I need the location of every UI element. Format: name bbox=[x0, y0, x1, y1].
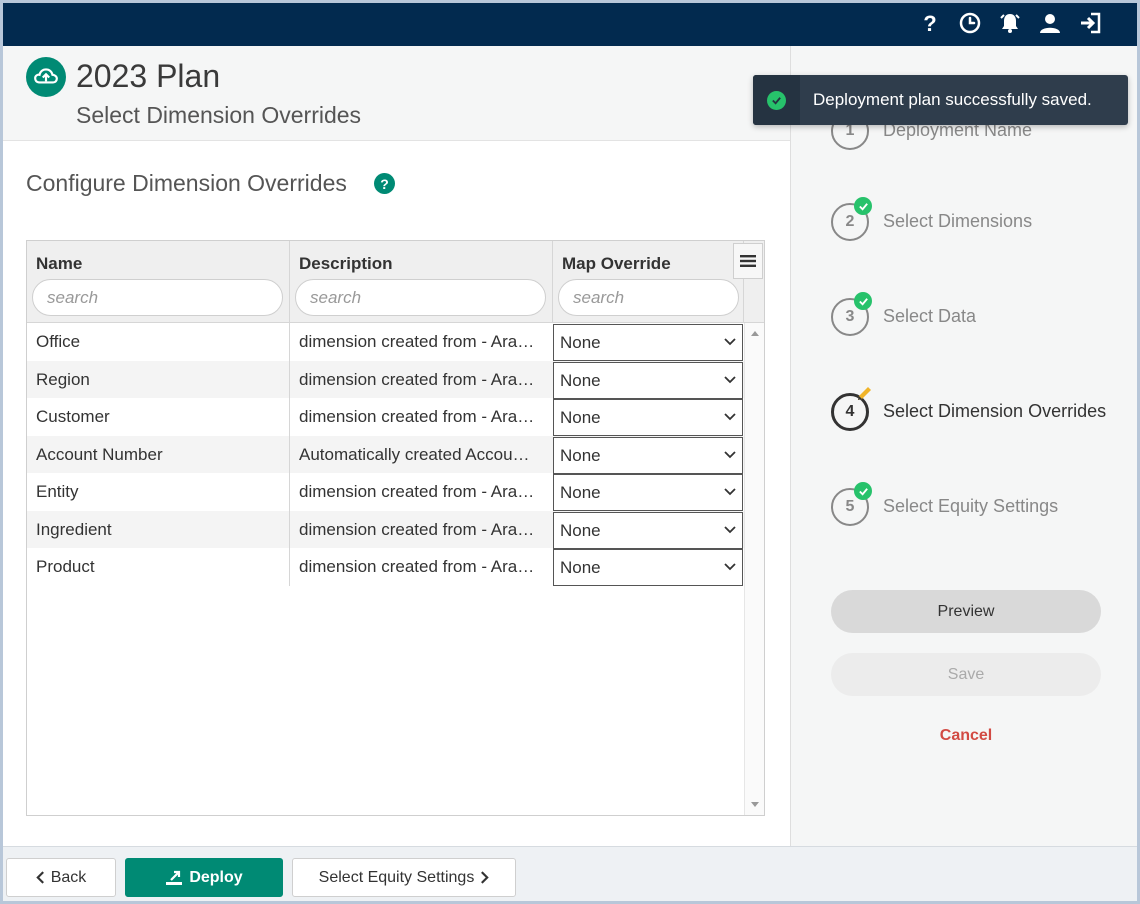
section-title: Configure Dimension Overrides bbox=[26, 170, 347, 196]
next-label: Select Equity Settings bbox=[318, 868, 475, 886]
check-icon bbox=[854, 197, 872, 215]
map-override-select[interactable]: None bbox=[553, 361, 743, 399]
table-row[interactable]: Ingredient dimension created from - Ara…… bbox=[27, 510, 744, 549]
check-circle-icon bbox=[767, 90, 786, 110]
cell-description: dimension created from - Ara… bbox=[299, 407, 535, 426]
table-row[interactable]: Region dimension created from - Ara… Non… bbox=[27, 360, 744, 399]
check-icon bbox=[854, 482, 872, 500]
toast-icon-box bbox=[753, 75, 800, 125]
pencil-icon bbox=[858, 387, 871, 400]
next-step-button[interactable]: Select Equity Settings bbox=[292, 858, 516, 897]
hamburger-icon bbox=[740, 255, 756, 267]
logout-icon[interactable] bbox=[1077, 10, 1103, 36]
deploy-button[interactable]: Deploy bbox=[125, 858, 283, 897]
deploy-icon bbox=[166, 870, 183, 885]
page-header: 2023 Plan Select Dimension Overrides bbox=[3, 46, 790, 141]
back-button[interactable]: Back bbox=[6, 858, 116, 897]
table-row[interactable]: Office dimension created from - Ara… Non… bbox=[27, 323, 744, 361]
column-header-name: Name bbox=[27, 241, 290, 323]
step-label: Select Dimension Overrides bbox=[883, 401, 1107, 421]
chevron-right-icon bbox=[481, 871, 490, 884]
table-row[interactable]: Customer dimension created from - Ara… N… bbox=[27, 398, 744, 436]
map-override-select[interactable]: None bbox=[553, 474, 743, 511]
cancel-button[interactable]: Cancel bbox=[831, 724, 1101, 748]
svg-text:?: ? bbox=[923, 11, 936, 35]
table-row[interactable]: Product dimension created from - Ara… No… bbox=[27, 548, 744, 586]
grid-body: Office dimension created from - Ara… Non… bbox=[27, 323, 744, 815]
cell-description: dimension created from - Ara… bbox=[299, 482, 535, 501]
cell-description: dimension created from - Ara… bbox=[299, 369, 535, 389]
cell-name: Office bbox=[27, 323, 290, 361]
map-override-select[interactable]: None bbox=[553, 436, 743, 474]
success-toast[interactable]: Deployment plan successfully saved. bbox=[753, 75, 1128, 125]
cell-description: dimension created from - Ara… bbox=[299, 332, 535, 351]
grid-scrollbar[interactable] bbox=[744, 323, 764, 815]
map-override-select[interactable]: None bbox=[553, 324, 743, 361]
top-navigation-bar: ? bbox=[0, 0, 1140, 46]
check-icon bbox=[854, 292, 872, 310]
step-label: Select Dimensions bbox=[883, 211, 1033, 231]
select-value: None bbox=[560, 445, 601, 465]
column-label-description[interactable]: Description bbox=[299, 254, 393, 274]
column-label-map-override[interactable]: Map Override bbox=[562, 254, 671, 274]
alarm-icon[interactable] bbox=[997, 10, 1023, 36]
cell-name: Ingredient bbox=[27, 510, 290, 548]
table-row[interactable]: Entity dimension created from - Ara… Non… bbox=[27, 473, 744, 511]
preview-button[interactable]: Preview bbox=[831, 590, 1101, 633]
chevron-down-icon bbox=[724, 413, 736, 421]
map-override-search-input[interactable] bbox=[558, 279, 739, 316]
column-header-description: Description bbox=[290, 241, 553, 323]
chevron-left-icon bbox=[35, 871, 44, 884]
select-value: None bbox=[560, 408, 601, 427]
column-label-name[interactable]: Name bbox=[36, 254, 82, 274]
select-value: None bbox=[560, 558, 601, 577]
select-value: None bbox=[560, 370, 601, 390]
cell-name: Customer bbox=[27, 398, 290, 436]
map-override-select[interactable]: None bbox=[553, 399, 743, 436]
scroll-down-icon[interactable] bbox=[751, 802, 759, 807]
help-icon[interactable]: ? bbox=[917, 10, 943, 36]
chevron-down-icon bbox=[724, 375, 736, 383]
cell-name: Region bbox=[27, 360, 290, 398]
column-menu-button[interactable] bbox=[733, 243, 763, 279]
chevron-down-icon bbox=[724, 450, 736, 458]
select-value: None bbox=[560, 483, 601, 502]
name-search-input[interactable] bbox=[32, 279, 283, 316]
table-row[interactable]: Account Number Automatically created Acc… bbox=[27, 435, 744, 474]
deploy-label: Deploy bbox=[189, 868, 243, 886]
cell-name: Entity bbox=[27, 473, 290, 511]
save-button[interactable]: Save bbox=[831, 653, 1101, 696]
grid-header: Name Description Map Override bbox=[27, 241, 764, 323]
column-header-map-override: Map Override bbox=[553, 241, 744, 323]
cell-name: Account Number bbox=[27, 435, 290, 473]
cell-description: dimension created from - Ara… bbox=[299, 519, 535, 539]
chevron-down-icon bbox=[724, 525, 736, 533]
wizard-steps-panel: 1 Deployment Name 2 Select Dimensions 3 … bbox=[790, 46, 1137, 846]
map-override-select[interactable]: None bbox=[553, 549, 743, 586]
select-value: None bbox=[560, 333, 601, 352]
page-subtitle: Select Dimension Overrides bbox=[76, 102, 362, 128]
cell-name: Product bbox=[27, 548, 290, 586]
cell-description: dimension created from - Ara… bbox=[299, 557, 535, 576]
dimension-overrides-grid: Name Description Map Override Office dim… bbox=[26, 240, 765, 816]
chevron-down-icon bbox=[724, 488, 736, 496]
cloud-upload-icon bbox=[26, 57, 66, 97]
back-label: Back bbox=[50, 868, 87, 886]
cell-description: Automatically created Accou… bbox=[299, 444, 530, 464]
footer-toolbar: Back Deploy Select Equity Settings bbox=[3, 846, 1137, 901]
history-icon[interactable] bbox=[957, 10, 983, 36]
select-value: None bbox=[560, 520, 601, 540]
chevron-down-icon bbox=[724, 338, 736, 346]
step-label: Select Equity Settings bbox=[883, 496, 1059, 516]
description-search-input[interactable] bbox=[295, 279, 546, 316]
help-badge-icon[interactable]: ? bbox=[374, 173, 395, 194]
user-icon[interactable] bbox=[1037, 10, 1063, 36]
toast-message: Deployment plan successfully saved. bbox=[813, 90, 1092, 109]
page-title: 2023 Plan bbox=[76, 58, 221, 94]
chevron-down-icon bbox=[724, 563, 736, 571]
step-label: Select Data bbox=[883, 306, 977, 326]
scroll-up-icon[interactable] bbox=[751, 331, 759, 336]
map-override-select[interactable]: None bbox=[553, 511, 743, 549]
